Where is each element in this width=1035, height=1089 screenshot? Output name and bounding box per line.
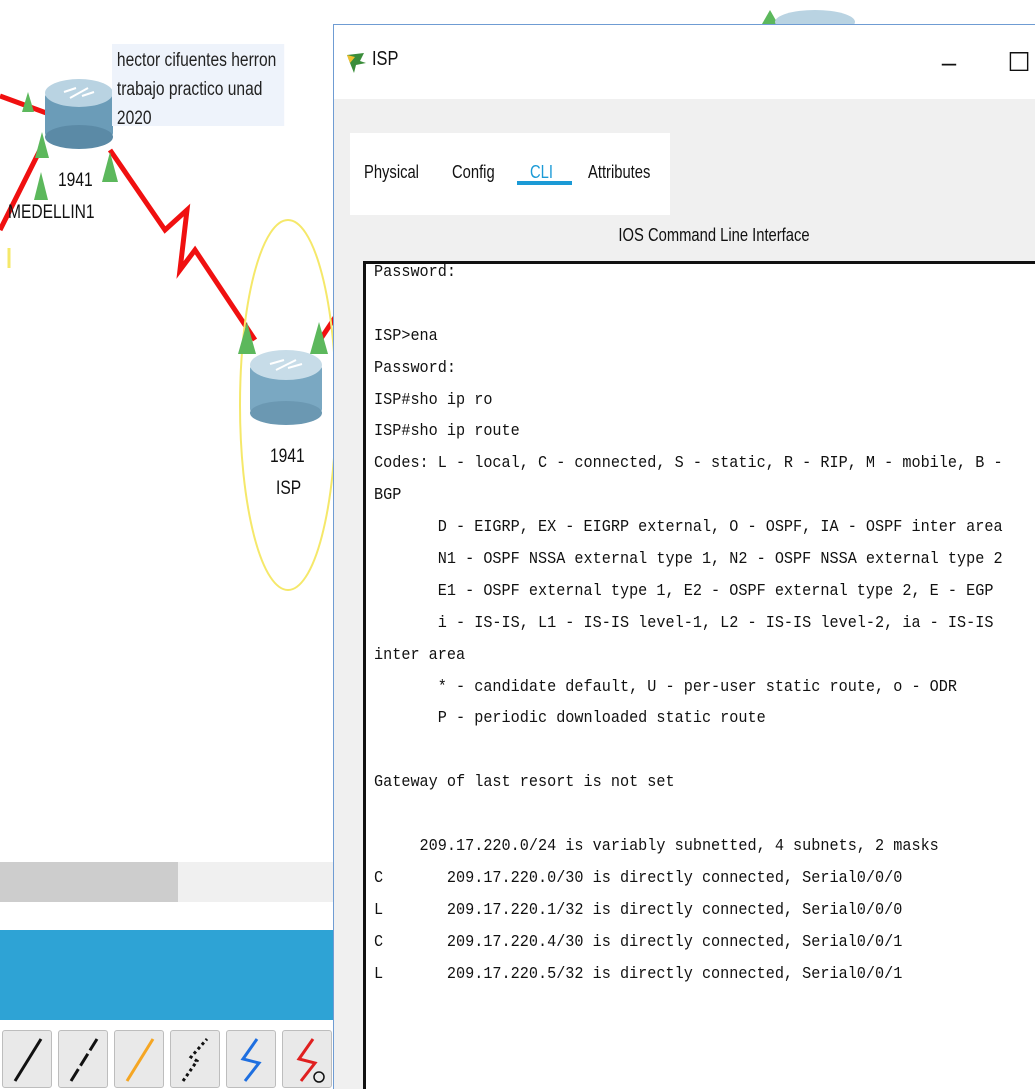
serial-link-medellin1-isp[interactable]	[107, 148, 258, 342]
terminal-line: inter area	[374, 644, 466, 664]
router-icon[interactable]	[250, 350, 322, 425]
terminal-line: ISP#sho ip route	[374, 421, 520, 441]
terminal-line: ISP#sho ip ro	[374, 389, 493, 409]
terminal-line: * - candidate default, U - per-user stat…	[374, 676, 958, 696]
terminal-line: E1 - OSPF external type 1, E2 - OSPF ext…	[374, 580, 994, 600]
terminal-line: C 209.17.220.0/30 is directly connected,…	[374, 867, 903, 887]
scrollbar-thumb[interactable]	[0, 862, 178, 902]
port-status-up-icon	[310, 322, 328, 354]
note-line: trabajo practico unad 2020	[116, 79, 263, 129]
tab-config[interactable]: Config	[452, 162, 495, 183]
maximize-button[interactable]: ☐	[994, 37, 1035, 87]
terminal-line: L 209.17.220.1/32 is directly connected,…	[374, 899, 903, 919]
terminal-line: Password:	[374, 357, 456, 377]
minimize-button[interactable]: –	[924, 37, 974, 87]
cli-terminal[interactable]: Password: ISP>ena Password: ISP#sho ip ro IS…	[363, 261, 1035, 1089]
serial-dte-icon[interactable]	[170, 1030, 220, 1088]
note-line: hector cifuentes herron	[116, 50, 277, 71]
terminal-line: BGP	[374, 485, 402, 505]
console-cable-icon[interactable]	[2, 1030, 52, 1088]
device-name-label: ISP	[276, 478, 302, 499]
device-model-label: 1941	[58, 170, 93, 191]
window-title: ISP	[372, 48, 399, 70]
router-icon[interactable]	[45, 79, 113, 149]
device-palette-bar	[0, 930, 350, 1020]
tab-attributes[interactable]: Attributes	[588, 162, 650, 183]
active-tab-indicator	[517, 181, 572, 185]
serial-dce-clock-icon[interactable]	[282, 1030, 332, 1088]
terminal-output: Password: ISP>ena Password: ISP#sho ip ro IS…	[374, 262, 1035, 989]
straight-through-cable-icon[interactable]	[58, 1030, 108, 1088]
port-status-up-icon	[22, 92, 34, 112]
device-model-label: 1941	[270, 446, 305, 467]
port-status-up-icon	[34, 172, 48, 200]
window-titlebar[interactable]: ISP – ☐	[334, 25, 1035, 99]
tab-cli[interactable]: CLI	[530, 162, 553, 183]
terminal-line: i - IS-IS, L1 - IS-IS level-1, L2 - IS-I…	[374, 612, 994, 632]
terminal-line: N1 - OSPF NSSA external type 1, N2 - OSP…	[374, 549, 1003, 569]
terminal-line: Codes: L - local, C - connected, S - sta…	[374, 453, 1003, 473]
terminal-line: Password:	[374, 262, 456, 281]
isp-device-window: ISP – ☐ Physical Config CLI Attributes I…	[333, 24, 1035, 1089]
topology-note[interactable]: hector cifuentes herron trabajo practico…	[112, 44, 285, 129]
terminal-line: L 209.17.220.5/32 is directly connected,…	[374, 963, 903, 983]
terminal-line: Gateway of last resort is not set	[374, 772, 675, 792]
terminal-line: D - EIGRP, EX - EIGRP external, O - OSPF…	[374, 517, 1003, 537]
terminal-line: ISP>ena	[374, 325, 438, 345]
terminal-line: 209.17.220.0/24 is variably subnetted, 4…	[374, 836, 939, 856]
terminal-line: C 209.17.220.4/30 is directly connected,…	[374, 931, 903, 951]
packet-tracer-app-icon	[347, 53, 366, 73]
crossover-cable-icon[interactable]	[114, 1030, 164, 1088]
cli-heading: IOS Command Line Interface	[618, 225, 810, 245]
terminal-line: P - periodic downloaded static route	[374, 708, 766, 728]
tab-physical[interactable]: Physical	[364, 162, 419, 183]
device-name-label: MEDELLIN1	[8, 202, 95, 223]
serial-dce-icon[interactable]	[226, 1030, 276, 1088]
